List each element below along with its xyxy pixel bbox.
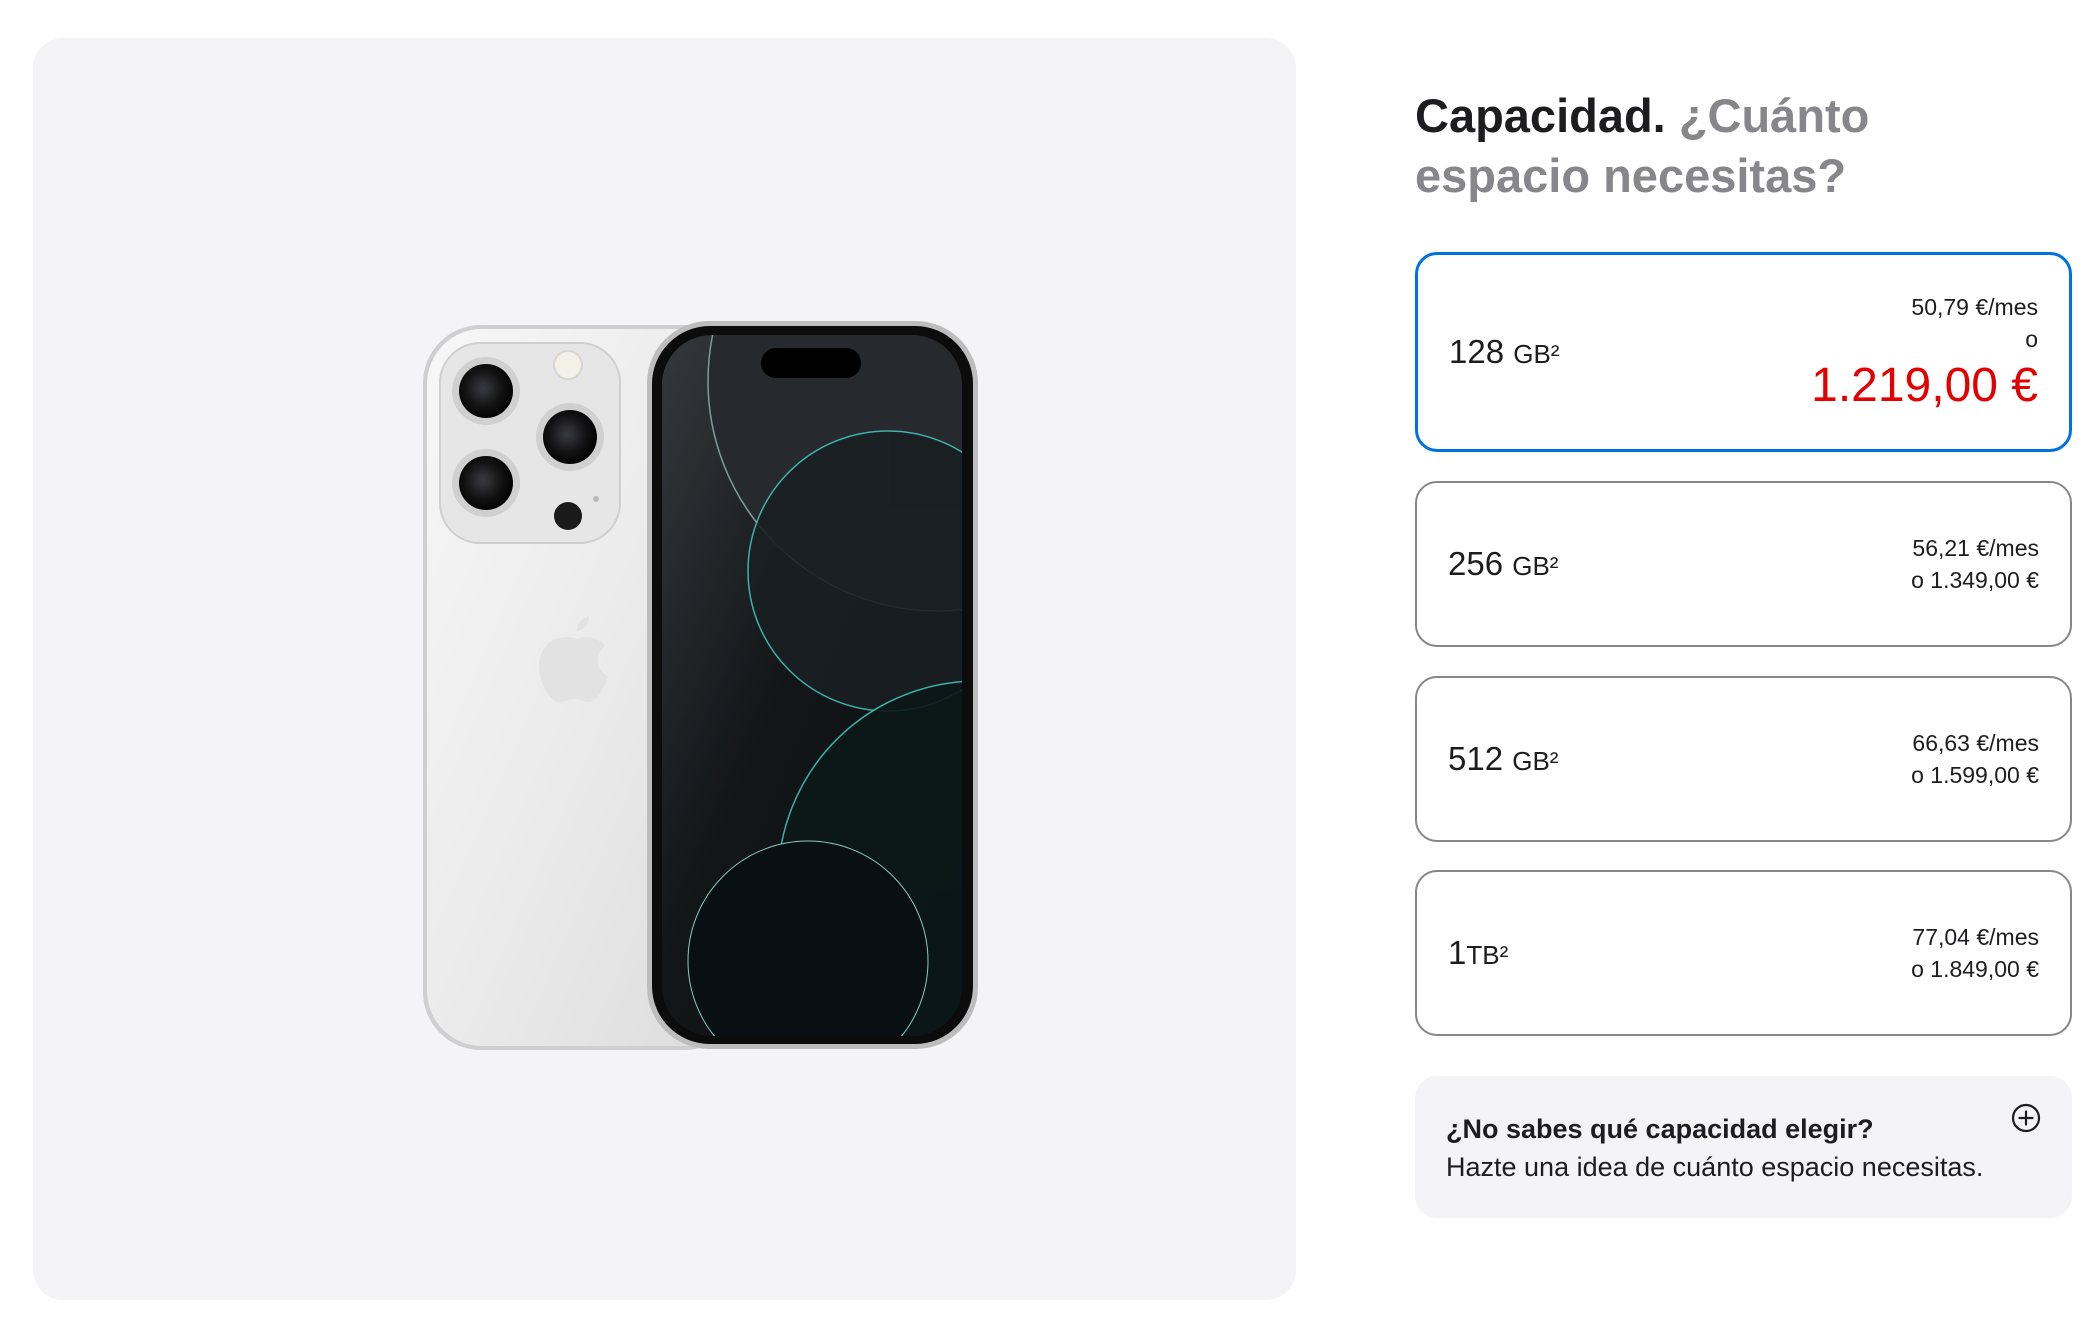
full-price: o 1.849,00 € xyxy=(1911,956,2039,982)
capacity-option-256gb[interactable]: 256 GB² 56,21 €/mes o 1.349,00 € xyxy=(1415,481,2072,647)
price-block: 66,63 €/mes o 1.599,00 € xyxy=(1911,727,2039,791)
help-answer: Hazte una idea de cuánto espacio necesit… xyxy=(1446,1152,1984,1182)
product-gallery xyxy=(33,38,1296,1300)
monthly-price: 56,21 €/mes xyxy=(1912,535,2039,561)
price-block: 50,79 €/mes o 1.219,00 € xyxy=(1811,291,2038,413)
capacity-help-panel[interactable]: ¿No sabes qué capacidad elegir? Hazte un… xyxy=(1415,1076,2072,1218)
capacity-label: 128 GB² xyxy=(1449,333,1560,370)
product-image xyxy=(418,321,978,1056)
price-block: 77,04 €/mes o 1.849,00 € xyxy=(1911,921,2039,985)
or-label: o xyxy=(2025,326,2038,352)
plus-circle-icon[interactable] xyxy=(2010,1102,2042,1134)
capacity-option-1tb[interactable]: 1TB² 77,04 €/mes o 1.849,00 € xyxy=(1415,870,2072,1036)
capacity-label: 512 GB² xyxy=(1448,740,1559,777)
full-price: 1.219,00 € xyxy=(1811,359,2038,412)
monthly-price: 50,79 €/mes xyxy=(1911,294,2038,320)
full-price: o 1.349,00 € xyxy=(1911,567,2039,593)
heading-strong: Capacidad. xyxy=(1415,89,1666,142)
capacity-option-128gb[interactable]: 128 GB² 50,79 €/mes o 1.219,00 € xyxy=(1415,252,2072,452)
full-price: o 1.599,00 € xyxy=(1911,762,2039,788)
capacity-heading: Capacidad. ¿Cuánto espacio necesitas? xyxy=(1415,86,2055,206)
monthly-price: 77,04 €/mes xyxy=(1912,924,2039,950)
capacity-option-512gb[interactable]: 512 GB² 66,63 €/mes o 1.599,00 € xyxy=(1415,676,2072,842)
capacity-label: 256 GB² xyxy=(1448,545,1559,582)
monthly-price: 66,63 €/mes xyxy=(1912,730,2039,756)
help-question: ¿No sabes qué capacidad elegir? xyxy=(1446,1114,1874,1144)
price-block: 56,21 €/mes o 1.349,00 € xyxy=(1911,532,2039,596)
capacity-label: 1TB² xyxy=(1448,934,1509,971)
